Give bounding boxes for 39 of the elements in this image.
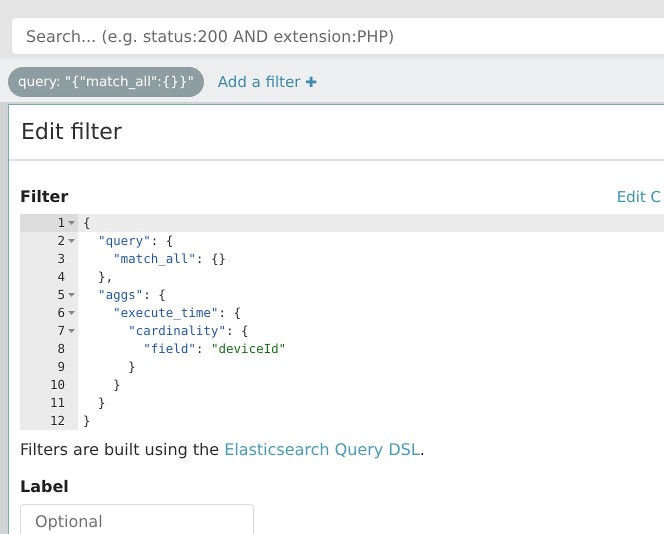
code-line: "field": "deviceId" xyxy=(142,340,286,358)
search-field[interactable]: Search... (e.g. status:200 AND extension:PHP) xyxy=(12,18,664,54)
fold-caret-icon[interactable] xyxy=(68,329,75,333)
line-number: 3 xyxy=(57,250,65,268)
fold-caret-icon[interactable] xyxy=(68,311,75,315)
help-text: Filters are built using the Elasticsearch Query DSL. xyxy=(20,440,426,459)
line-number: 9 xyxy=(57,358,65,376)
code-line: }, xyxy=(97,268,114,286)
line-number: 11 xyxy=(50,394,65,412)
dialog-title: Edit filter xyxy=(21,120,122,145)
code-editor[interactable]: 1 { 2 "query": { 3 "match_all": {} 4 }, 5 "aggs": { 6 "execute_time": { 7 "cardinality": { 8 "field": "deviceId" 9 } 10 } 11 } 12 } xyxy=(20,214,664,430)
edit-link[interactable]: Edit C xyxy=(616,188,661,206)
code-line: "cardinality": { xyxy=(127,322,249,340)
label-heading: Label xyxy=(20,477,70,496)
fold-caret-icon[interactable] xyxy=(68,221,75,225)
line-number: 8 xyxy=(57,340,65,358)
code-line: } xyxy=(112,376,121,394)
code-line: } xyxy=(82,412,91,430)
code-line: } xyxy=(127,358,136,376)
code-line: "execute_time": { xyxy=(112,304,242,322)
add-filter-link[interactable]: Add a filter ✚ xyxy=(218,73,317,91)
code-line: "match_all": {} xyxy=(112,250,226,268)
fold-caret-icon[interactable] xyxy=(68,293,75,297)
line-number: 1 xyxy=(57,214,65,232)
query-dsl-link[interactable]: Elasticsearch Query DSL xyxy=(224,440,420,459)
code-line: "aggs": { xyxy=(97,286,166,304)
line-number: 2 xyxy=(57,232,65,250)
code-line: "query": { xyxy=(97,232,174,250)
code-line: } xyxy=(97,394,106,412)
filter-pill[interactable]: query: "{"match_all":{}}" xyxy=(8,67,204,97)
line-number: 4 xyxy=(57,268,65,286)
filter-heading: Filter xyxy=(20,187,68,206)
line-number: 5 xyxy=(57,286,65,304)
label-field[interactable]: Optional xyxy=(20,504,254,534)
fold-caret-icon[interactable] xyxy=(68,239,75,243)
line-number: 6 xyxy=(57,304,65,322)
line-number: 7 xyxy=(57,322,65,340)
line-number: 10 xyxy=(50,376,65,394)
line-number: 12 xyxy=(50,412,65,430)
